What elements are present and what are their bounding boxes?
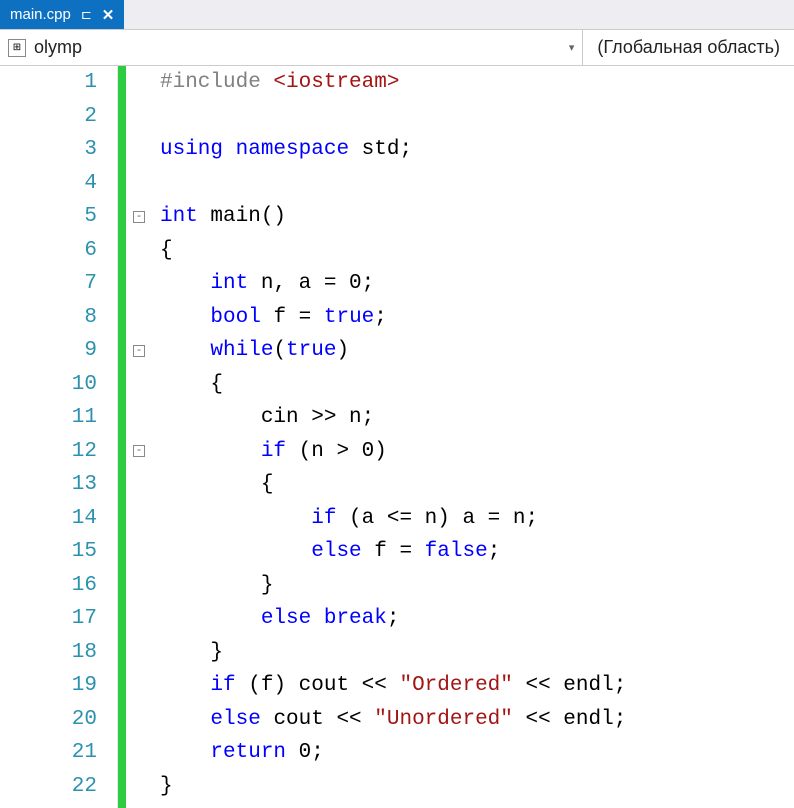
fold-cell: - bbox=[126, 435, 152, 469]
line-number: 2 bbox=[0, 100, 97, 134]
fold-cell bbox=[126, 736, 152, 770]
global-scope-dropdown[interactable]: (Глобальная область) bbox=[583, 30, 794, 65]
project-icon: ⊞ bbox=[8, 39, 26, 57]
tab-bar: main.cpp ⊏ ✕ bbox=[0, 0, 794, 30]
tab-filename: main.cpp bbox=[10, 6, 71, 23]
code-line[interactable]: { bbox=[160, 368, 794, 402]
fold-cell bbox=[126, 770, 152, 804]
code-line[interactable]: return 0; bbox=[160, 736, 794, 770]
scope-dropdown[interactable]: ⊞ olymp ▾ bbox=[0, 30, 583, 65]
fold-cell bbox=[126, 234, 152, 268]
line-number-gutter: 12345678910111213141516171819202122 bbox=[0, 66, 118, 808]
code-line[interactable]: } bbox=[160, 636, 794, 670]
code-line[interactable]: else break; bbox=[160, 602, 794, 636]
line-number: 1 bbox=[0, 66, 97, 100]
line-number: 17 bbox=[0, 602, 97, 636]
code-line[interactable] bbox=[160, 167, 794, 201]
line-number: 20 bbox=[0, 703, 97, 737]
line-number: 19 bbox=[0, 669, 97, 703]
fold-cell bbox=[126, 669, 152, 703]
fold-cell bbox=[126, 535, 152, 569]
line-number: 10 bbox=[0, 368, 97, 402]
line-number: 14 bbox=[0, 502, 97, 536]
code-line[interactable]: cin >> n; bbox=[160, 401, 794, 435]
code-line[interactable]: while(true) bbox=[160, 334, 794, 368]
fold-cell bbox=[126, 401, 152, 435]
line-number: 12 bbox=[0, 435, 97, 469]
line-number: 4 bbox=[0, 167, 97, 201]
code-line[interactable]: int main() bbox=[160, 200, 794, 234]
fold-cell bbox=[126, 468, 152, 502]
fold-cell: - bbox=[126, 334, 152, 368]
line-number: 21 bbox=[0, 736, 97, 770]
fold-cell bbox=[126, 301, 152, 335]
fold-cell bbox=[126, 602, 152, 636]
code-editor[interactable]: 12345678910111213141516171819202122 --- … bbox=[0, 66, 794, 808]
code-line[interactable]: if (n > 0) bbox=[160, 435, 794, 469]
line-number: 13 bbox=[0, 468, 97, 502]
code-line[interactable]: else cout << "Unordered" << endl; bbox=[160, 703, 794, 737]
line-number: 5 bbox=[0, 200, 97, 234]
pin-icon[interactable]: ⊏ bbox=[81, 7, 92, 23]
code-line[interactable]: } bbox=[160, 569, 794, 603]
line-number: 16 bbox=[0, 569, 97, 603]
line-number: 8 bbox=[0, 301, 97, 335]
code-line[interactable]: } bbox=[160, 770, 794, 804]
line-number: 18 bbox=[0, 636, 97, 670]
fold-cell bbox=[126, 133, 152, 167]
code-line[interactable]: if (f) cout << "Ordered" << endl; bbox=[160, 669, 794, 703]
scope-name: olymp bbox=[34, 37, 561, 58]
code-line[interactable]: int n, a = 0; bbox=[160, 267, 794, 301]
code-area[interactable]: #include <iostream> using namespace std; i… bbox=[152, 66, 794, 808]
code-line[interactable]: if (a <= n) a = n; bbox=[160, 502, 794, 536]
global-scope-label: (Глобальная область) bbox=[597, 37, 780, 58]
fold-cell bbox=[126, 267, 152, 301]
fold-cell bbox=[126, 100, 152, 134]
close-icon[interactable]: ✕ bbox=[102, 6, 115, 24]
change-indicator-bar bbox=[118, 66, 126, 808]
fold-cell bbox=[126, 636, 152, 670]
code-line[interactable]: { bbox=[160, 234, 794, 268]
fold-toggle-icon[interactable]: - bbox=[133, 211, 145, 223]
fold-cell: - bbox=[126, 200, 152, 234]
code-line[interactable]: using namespace std; bbox=[160, 133, 794, 167]
code-line[interactable] bbox=[160, 100, 794, 134]
chevron-down-icon: ▾ bbox=[569, 41, 575, 54]
file-tab[interactable]: main.cpp ⊏ ✕ bbox=[0, 0, 124, 29]
fold-cell bbox=[126, 703, 152, 737]
line-number: 3 bbox=[0, 133, 97, 167]
fold-cell bbox=[126, 569, 152, 603]
fold-cell bbox=[126, 167, 152, 201]
line-number: 6 bbox=[0, 234, 97, 268]
line-number: 22 bbox=[0, 770, 97, 804]
code-line[interactable]: #include <iostream> bbox=[160, 66, 794, 100]
line-number: 9 bbox=[0, 334, 97, 368]
scope-bar: ⊞ olymp ▾ (Глобальная область) bbox=[0, 30, 794, 66]
line-number: 15 bbox=[0, 535, 97, 569]
fold-cell bbox=[126, 502, 152, 536]
code-line[interactable]: { bbox=[160, 468, 794, 502]
code-line[interactable]: else f = false; bbox=[160, 535, 794, 569]
fold-toggle-icon[interactable]: - bbox=[133, 445, 145, 457]
line-number: 7 bbox=[0, 267, 97, 301]
fold-cell bbox=[126, 368, 152, 402]
line-number: 11 bbox=[0, 401, 97, 435]
fold-column: - - - bbox=[126, 66, 152, 808]
code-line[interactable]: bool f = true; bbox=[160, 301, 794, 335]
fold-toggle-icon[interactable]: - bbox=[133, 345, 145, 357]
fold-cell bbox=[126, 66, 152, 100]
